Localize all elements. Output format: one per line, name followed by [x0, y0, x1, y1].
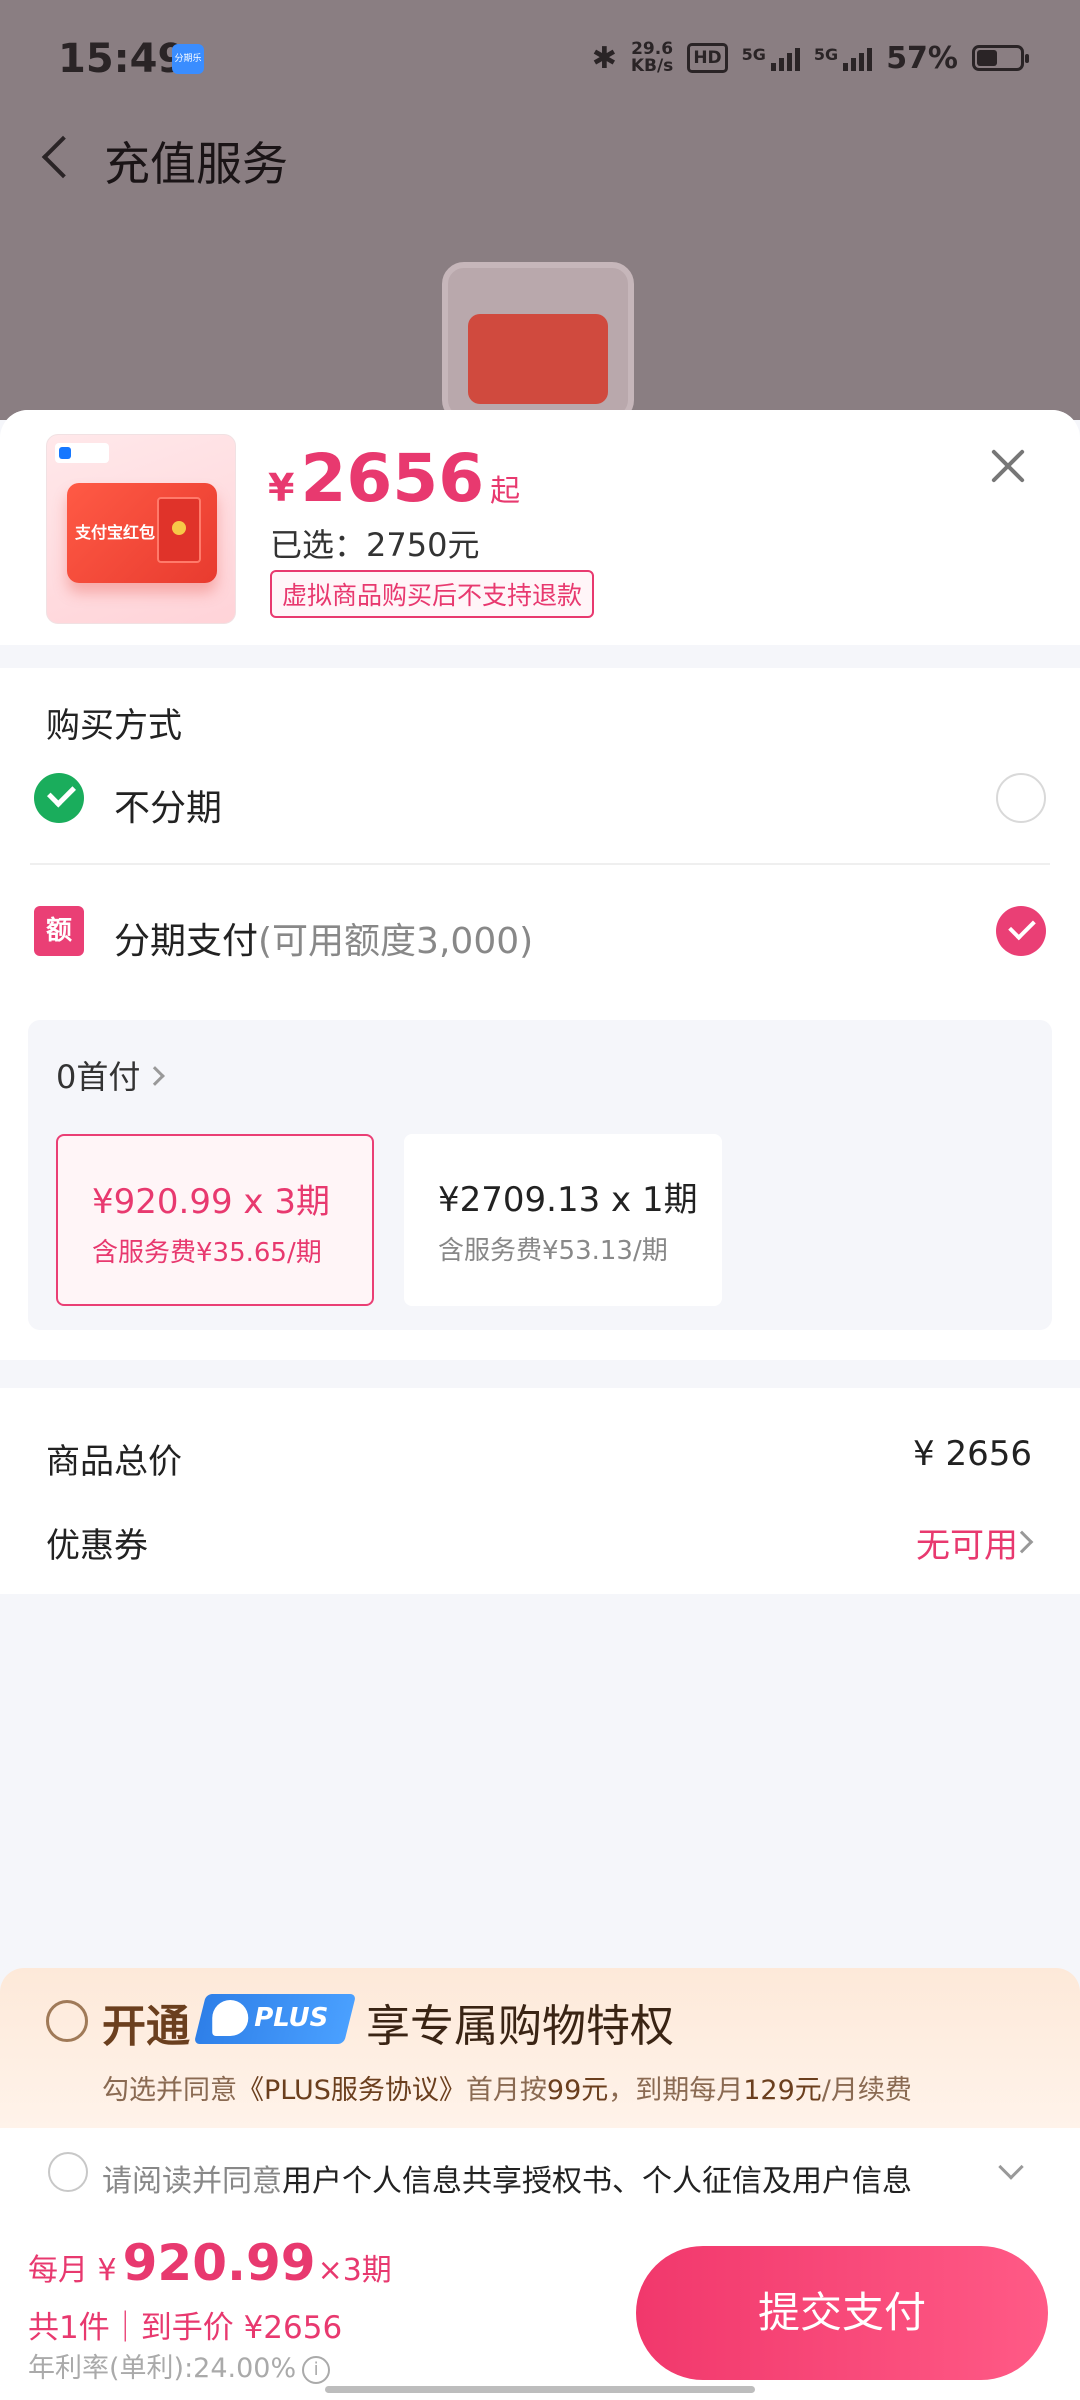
price-value: 2656 [300, 440, 485, 517]
app-notification-icon: 分期乐 [172, 44, 204, 74]
background-overlay[interactable]: 15:49 分期乐 ✱ 29.6 KB/s HD 5G 5G 57% 充值服务 [0, 0, 1080, 422]
status-right: ✱ 29.6 KB/s HD 5G 5G 57% [591, 38, 1029, 78]
signal-sim2-icon: 5G [814, 45, 873, 71]
home-indicator[interactable] [325, 2386, 755, 2393]
plus-open-label: 开通 [102, 2001, 190, 2052]
coupon-value[interactable]: 无可用 [916, 1518, 1018, 1567]
monthly-payment: 每月 ¥ 920.99 ×3期 [28, 2234, 392, 2292]
plus-radio[interactable] [46, 2000, 88, 2042]
plus-slogan: 享专属购物特权 [366, 2001, 674, 2052]
info-icon[interactable]: i [302, 2355, 331, 2384]
network-speed: 29.6 KB/s [630, 39, 674, 76]
alipay-logo-icon [55, 443, 109, 463]
payment-method-section: 购买方式 不分期 额 分期支付(可用额度3,000) 0首付 ¥920.99 x… [0, 668, 1080, 1360]
down-payment-selector[interactable]: 0首付 [56, 1052, 166, 1098]
checkout-bar: 每月 ¥ 920.99 ×3期 共1件｜到手价 ¥2656 年利率(单利):24… [0, 2220, 1080, 2400]
wechat-check-icon [34, 773, 84, 823]
submit-payment-button[interactable]: 提交支付 [636, 2246, 1048, 2380]
agreement-radio[interactable] [48, 2152, 88, 2192]
background-header: 充值服务 [0, 120, 1080, 200]
section-title: 购买方式 [46, 706, 182, 746]
option-no-installment[interactable]: 不分期 [0, 749, 1080, 849]
final-price: 共1件｜到手价 ¥2656 [28, 2310, 343, 2346]
status-time: 15:49 [58, 36, 186, 82]
coupon-label: 优惠券 [46, 1526, 148, 1566]
installment-credit-icon: 额 [34, 906, 84, 956]
order-summary: 商品总价 ¥ 2656 优惠券 无可用 [0, 1388, 1080, 1594]
total-label: 商品总价 [46, 1442, 182, 1482]
plus-membership-banner[interactable]: 开通 PLUS 享专属购物特权 勾选并同意《PLUS服务协议》首月按99元，到期… [0, 1968, 1080, 2128]
divider [30, 863, 1050, 865]
total-value: ¥ 2656 [913, 1434, 1032, 1474]
agreement-link[interactable]: 用户个人信息共享授权书、个人征信及用户信息 [282, 2164, 912, 2199]
hd-badge-icon: HD [687, 43, 728, 73]
page-title: 充值服务 [104, 137, 288, 191]
battery-percent: 57% [886, 40, 958, 76]
signal-sim1-icon: 5G [742, 45, 800, 71]
red-envelope-icon [157, 497, 201, 563]
chevron-down-icon[interactable] [998, 2154, 1024, 2180]
purchase-sheet: 支付宝红包 ¥ 2656 起 已选：2750元 虚拟商品购买后不支持退款 购买方… [0, 410, 1080, 2400]
price: ¥ 2656 起 [268, 440, 521, 517]
thumb-card-text: 支付宝红包 [75, 523, 156, 542]
back-icon[interactable] [41, 135, 85, 179]
product-summary: 支付宝红包 ¥ 2656 起 已选：2750元 虚拟商品购买后不支持退款 [0, 410, 1080, 645]
plus-terms: 勾选并同意《PLUS服务协议》首月按99元，到期每月129元/月续费 [102, 2075, 912, 2106]
plan-1-period[interactable]: ¥2709.13 x 1期 含服务费¥53.13/期 [404, 1134, 722, 1306]
status-bar: 15:49 分期乐 ✱ 29.6 KB/s HD 5G 5G 57% [0, 0, 1080, 120]
bluetooth-icon: ✱ [591, 40, 617, 76]
option-label: 不分期 [114, 788, 223, 829]
plus-agreement-link[interactable]: 《PLUS服务协议》 [237, 2075, 466, 2106]
agreement-text: 请阅读并同意用户个人信息共享授权书、个人征信及用户信息 [102, 2164, 912, 2199]
close-icon[interactable] [988, 446, 1028, 486]
selected-spec: 已选：2750元 [270, 526, 480, 564]
plus-logo-icon: PLUS [193, 1994, 357, 2044]
agreement-bar: 请阅读并同意用户个人信息共享授权书、个人征信及用户信息 [0, 2128, 1080, 2220]
apr-rate: 年利率(单利):24.00% i [28, 2346, 331, 2385]
radio-checked[interactable] [996, 906, 1046, 956]
installment-plans: 0首付 ¥920.99 x 3期 含服务费¥35.65/期 ¥2709.13 x… [28, 1020, 1052, 1330]
radio-unchecked[interactable] [996, 773, 1046, 823]
product-thumbnail: 支付宝红包 [46, 434, 236, 624]
refund-notice-badge: 虚拟商品购买后不支持退款 [270, 570, 595, 618]
background-product-image [442, 262, 634, 422]
option-installment[interactable]: 额 分期支付(可用额度3,000) [0, 882, 1080, 982]
option-label: 分期支付(可用额度3,000) [114, 921, 534, 962]
plan-3-periods[interactable]: ¥920.99 x 3期 含服务费¥35.65/期 [56, 1134, 374, 1306]
battery-icon [972, 45, 1029, 71]
chevron-right-icon [145, 1066, 166, 1086]
